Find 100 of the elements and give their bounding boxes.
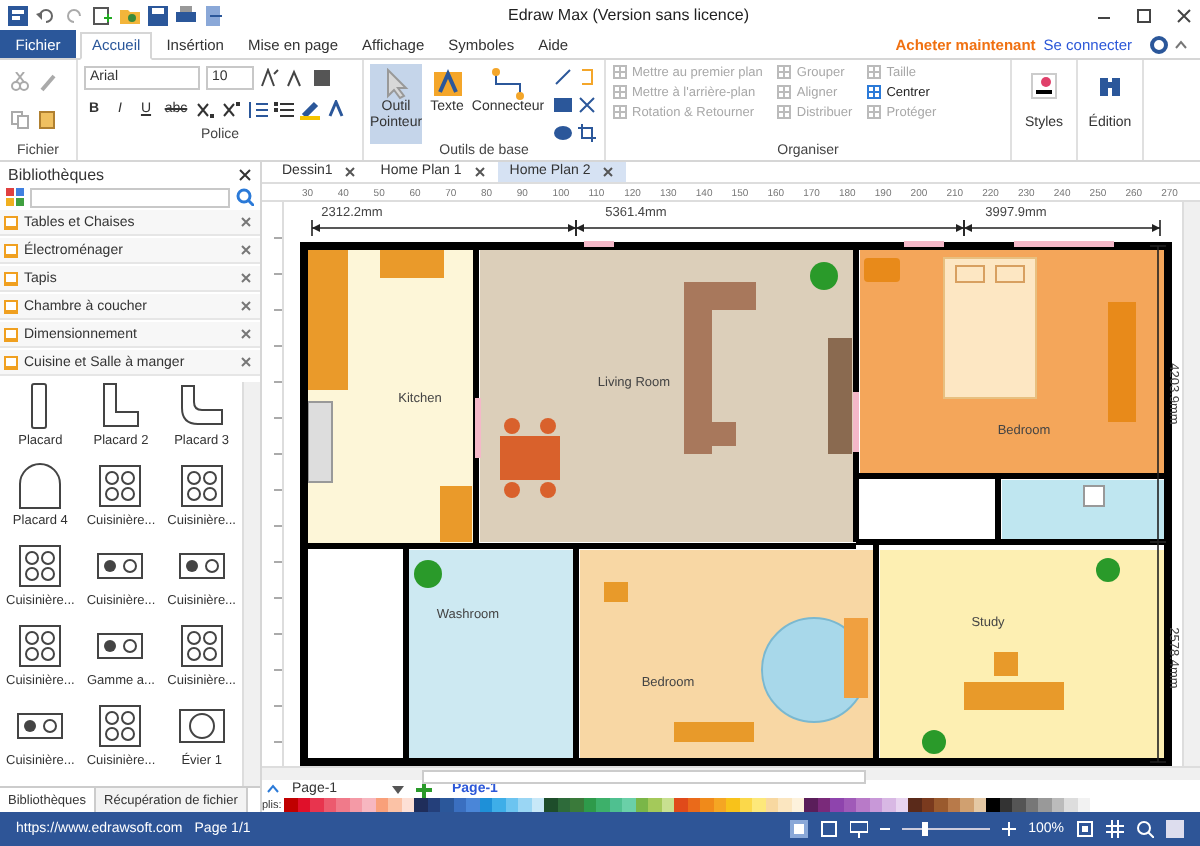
redo-icon[interactable]: [64, 5, 84, 25]
subscript-icon[interactable]: [196, 99, 216, 119]
zoom-slider-thumb[interactable]: [922, 822, 929, 836]
shape-thumbnail-icon[interactable]: [16, 462, 65, 510]
color-swatch[interactable]: [570, 798, 583, 813]
close-icon[interactable]: [602, 165, 615, 178]
fill-color-icon[interactable]: [312, 67, 332, 87]
line-spacing-icon[interactable]: [248, 99, 268, 119]
line-icon[interactable]: [554, 68, 572, 86]
search-icon[interactable]: [236, 188, 254, 206]
undo-icon[interactable]: [36, 5, 56, 25]
color-swatch[interactable]: [284, 798, 297, 813]
arrange-icon: [612, 64, 628, 80]
ellipse-icon[interactable]: [554, 124, 572, 142]
color-swatch[interactable]: [882, 798, 895, 813]
collapse-icon[interactable]: [1174, 37, 1188, 51]
color-swatch[interactable]: [388, 798, 401, 813]
format-painter-icon[interactable]: [38, 72, 58, 92]
color-swatch[interactable]: [596, 798, 609, 813]
color-swatch[interactable]: [804, 798, 817, 813]
color-swatch[interactable]: [492, 798, 505, 813]
shape-thumbnail-icon[interactable]: [177, 382, 226, 430]
color-swatch[interactable]: [362, 798, 375, 813]
close-icon[interactable]: [344, 165, 357, 178]
highlighter-icon[interactable]: [300, 99, 320, 119]
color-swatch[interactable]: [1038, 798, 1051, 813]
font-color-icon[interactable]: [326, 99, 346, 119]
shape-thumbnail-icon[interactable]: [16, 622, 65, 670]
color-swatch[interactable]: [518, 798, 531, 813]
color-swatch[interactable]: [622, 798, 635, 813]
color-swatch[interactable]: [726, 798, 739, 813]
grid-view-icon[interactable]: [1106, 820, 1124, 838]
export-icon[interactable]: [204, 5, 224, 25]
scrollbar[interactable]: [242, 382, 260, 786]
collapse-icon[interactable]: [266, 782, 280, 797]
arrange-icon: [612, 104, 628, 120]
open-icon[interactable]: [120, 5, 140, 25]
zoom-icon[interactable]: [1136, 820, 1154, 838]
fit-icon[interactable]: [820, 820, 839, 838]
color-swatch[interactable]: [336, 798, 349, 813]
crop-icon[interactable]: [578, 124, 596, 142]
paste-icon[interactable]: [38, 110, 58, 130]
color-swatch[interactable]: [1064, 798, 1077, 813]
arrange-icon: [612, 84, 628, 100]
shrink-font-icon[interactable]: [286, 67, 306, 87]
shape-thumbnail-icon[interactable]: [177, 622, 226, 670]
color-swatch[interactable]: [986, 798, 999, 813]
cross-icon[interactable]: [578, 96, 596, 114]
add-page-icon[interactable]: [416, 781, 432, 798]
bullet-list-icon[interactable]: [274, 99, 294, 119]
cut-icon[interactable]: [10, 72, 30, 92]
shape-thumbnail-icon[interactable]: [96, 462, 145, 510]
rectangle-icon[interactable]: [554, 96, 572, 114]
print-icon[interactable]: [176, 5, 196, 25]
new-icon[interactable]: [92, 5, 112, 25]
scroll-thumb[interactable]: [422, 769, 866, 784]
color-swatch[interactable]: [648, 798, 661, 813]
color-swatch[interactable]: [856, 798, 869, 813]
color-swatch[interactable]: [934, 798, 947, 813]
arrange-icon: [866, 64, 883, 80]
color-swatch[interactable]: [778, 798, 791, 813]
search-field[interactable]: [30, 187, 230, 207]
color-swatch[interactable]: [310, 798, 323, 813]
library-grid-icon[interactable]: [6, 188, 24, 206]
text-tool-icon: [431, 68, 463, 100]
maximize-icon[interactable]: [1136, 7, 1152, 23]
zoom-in-icon[interactable]: [1002, 822, 1017, 836]
color-swatch[interactable]: [752, 798, 765, 813]
grow-font-icon[interactable]: [260, 67, 280, 87]
settings-icon[interactable]: [1150, 35, 1168, 53]
shape-thumbnail-icon[interactable]: [16, 542, 65, 590]
arrange-icon: [776, 84, 793, 100]
fit-page-icon[interactable]: [1076, 820, 1094, 838]
close-icon[interactable]: [473, 165, 486, 178]
app-logo-icon: [8, 5, 28, 25]
superscript-icon[interactable]: [222, 99, 242, 119]
presentation-icon[interactable]: [850, 820, 869, 838]
window-title: Edraw Max (Version sans licence): [508, 6, 749, 24]
close-icon[interactable]: [1176, 7, 1192, 23]
copy-icon[interactable]: [10, 110, 30, 130]
color-swatch[interactable]: [440, 798, 453, 813]
connector-icon: [492, 68, 524, 100]
arrange-icon: [866, 84, 883, 100]
color-swatch[interactable]: [1012, 798, 1025, 813]
color-swatch[interactable]: [466, 798, 479, 813]
arrange-icon: [776, 64, 793, 80]
save-icon[interactable]: [148, 5, 168, 25]
scrollbar[interactable]: [1182, 201, 1200, 766]
color-swatch[interactable]: [544, 798, 557, 813]
color-swatch[interactable]: [960, 798, 973, 813]
close-icon[interactable]: [238, 167, 252, 181]
page-view-icon[interactable]: [790, 820, 809, 838]
color-swatch[interactable]: [830, 798, 843, 813]
color-swatch[interactable]: [700, 798, 713, 813]
panel-title: Bibliothèques: [8, 165, 105, 183]
color-swatch[interactable]: [908, 798, 921, 813]
color-swatch[interactable]: [414, 798, 427, 813]
shape-thumbnail-icon[interactable]: [177, 462, 226, 510]
shape-thumbnail-icon[interactable]: [96, 702, 145, 750]
color-swatch[interactable]: [674, 798, 687, 813]
